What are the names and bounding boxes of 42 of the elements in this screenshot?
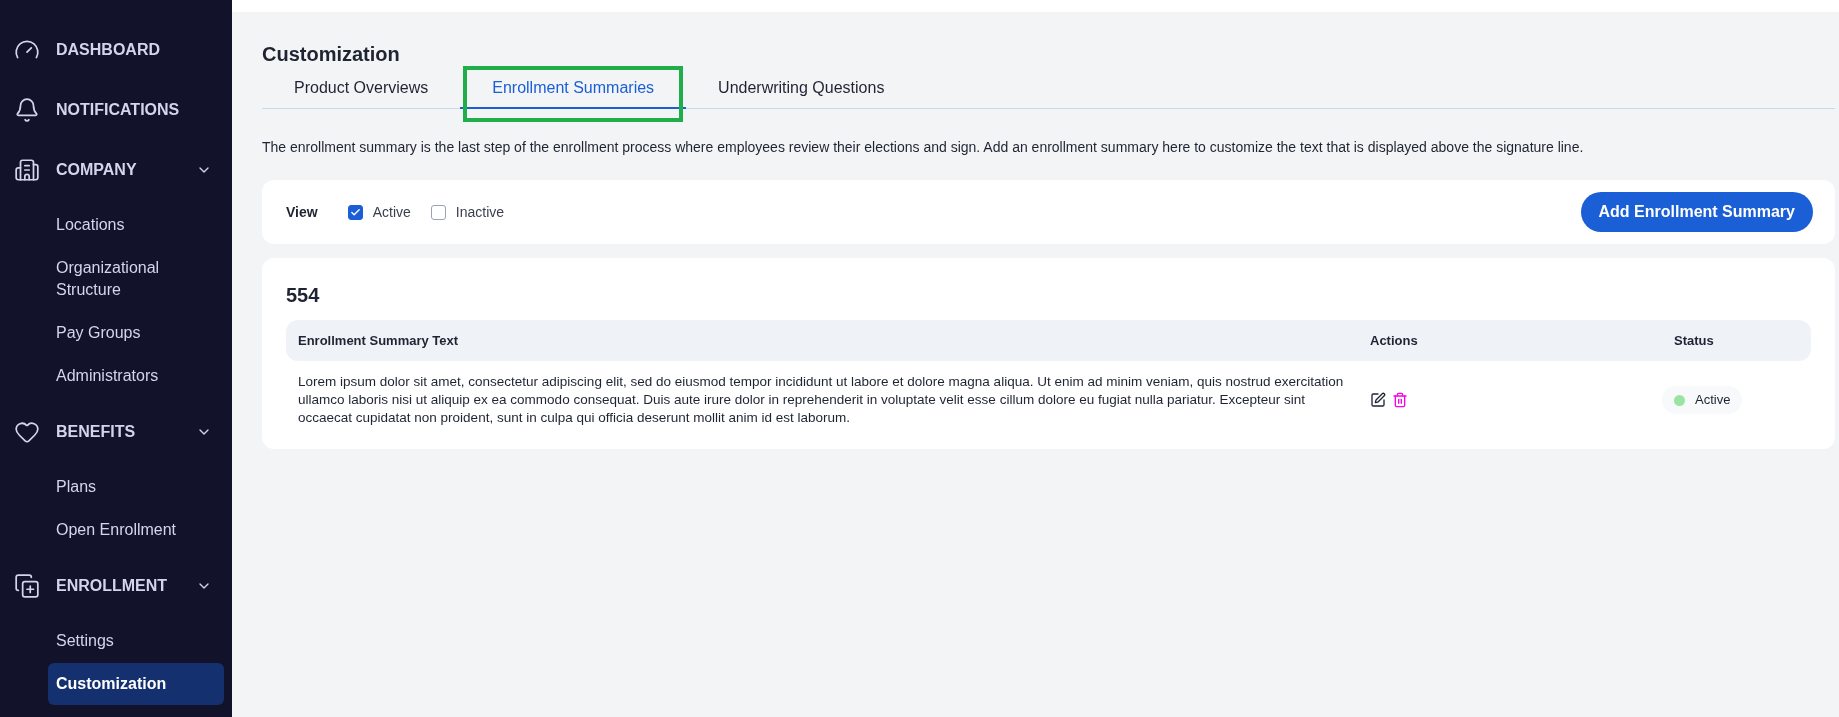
tab[interactable]: Underwriting Questions bbox=[686, 72, 917, 109]
tab[interactable]: Enrollment Summaries bbox=[460, 72, 687, 109]
section-label: DASHBOARD bbox=[56, 40, 161, 60]
checkbox-label: Inactive bbox=[455, 202, 505, 222]
section-label: COMPANY bbox=[56, 160, 138, 180]
summary-text: Lorem ipsum dolor sit amet, consectetur adipiscing elit, sed do eiusmod tempor incididunt ut labore et dolore magna aliqua. Ut enim ad minim veniam, quis nostrud exercitation ullamco laboris nisi ut aliquip ex ea commodo consequat. Duis aute irure dolor in reprehenderit in voluptate velit esse cillum dolore eu fugiat nulla pariatur. Excepteur sint occaecat cupidatat non proident, sunt in culpa qui officia deserunt mollit anim id est laborum. bbox=[298, 373, 1345, 427]
view-label: View bbox=[286, 202, 318, 222]
column-header: Enrollment Summary Text bbox=[298, 331, 460, 350]
sidebar-section[interactable]: ENROLLMENT bbox=[14, 566, 224, 606]
tab[interactable]: Product Overviews bbox=[262, 72, 461, 109]
building-icon bbox=[14, 157, 40, 183]
sidebar-item[interactable]: Locations bbox=[48, 204, 224, 246]
sidebar-item[interactable]: Pay Groups bbox=[48, 312, 224, 354]
sidebar-section[interactable]: BENEFITS bbox=[14, 412, 224, 452]
document-plus-icon bbox=[14, 573, 40, 599]
description-text: The enrollment summary is the last step of the enrollment process where employees review their elections and sign. Add an enrollment summary here to customize the text that is displayed above the signature line. bbox=[262, 138, 1585, 157]
add-enrollment-summary-button[interactable]: Add Enrollment Summary bbox=[1580, 192, 1813, 232]
sidebar-section[interactable]: DASHBOARD bbox=[14, 30, 224, 70]
checkmark-icon bbox=[349, 206, 361, 218]
sidebar-section[interactable]: COMPANY bbox=[14, 150, 224, 190]
page-title: Customization bbox=[262, 42, 401, 66]
sidebar-item[interactable]: Organizational Structure bbox=[48, 247, 224, 311]
column-header: Status bbox=[1674, 331, 1715, 350]
heart-icon bbox=[14, 419, 40, 445]
section-label: NOTIFICATIONS bbox=[56, 100, 181, 120]
sidebar-section[interactable]: NOTIFICATIONS bbox=[14, 90, 224, 130]
edit-icon[interactable] bbox=[1370, 392, 1386, 408]
checkbox-label: Active bbox=[372, 202, 411, 222]
bell-icon bbox=[14, 97, 40, 123]
sidebar-item[interactable]: Administrators bbox=[48, 355, 224, 397]
sidebar-item[interactable]: Settings bbox=[48, 620, 224, 662]
column-header: Actions bbox=[1370, 331, 1419, 350]
trash-icon[interactable] bbox=[1392, 392, 1408, 408]
sidebar-item[interactable]: Customization bbox=[48, 663, 224, 705]
sidebar-item[interactable]: Open Enrollment bbox=[48, 509, 224, 551]
status-label: Active bbox=[1695, 391, 1731, 410]
checkbox[interactable] bbox=[430, 204, 446, 220]
checkbox[interactable] bbox=[347, 204, 363, 220]
section-label: ENROLLMENT bbox=[56, 576, 169, 596]
sidebar-item[interactable]: Plans bbox=[48, 466, 224, 508]
section-label: BENEFITS bbox=[56, 422, 137, 442]
group-title: 554 bbox=[286, 283, 321, 308]
